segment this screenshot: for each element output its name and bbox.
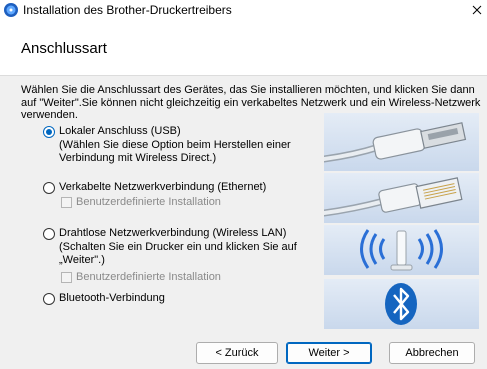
- page-title: Anschlussart: [21, 40, 107, 57]
- option-wireless-label: Drahtlose Netzwerkverbindung (Wireless L…: [59, 227, 287, 239]
- option-ethernet-label: Verkabelte Netzwerkverbindung (Ethernet): [59, 181, 267, 193]
- usb-picture: [324, 113, 479, 171]
- option-bluetooth[interactable]: Bluetooth-Verbindung: [43, 292, 313, 306]
- usb-cable-icon: [324, 122, 479, 171]
- cancel-button[interactable]: Abbrechen: [389, 342, 475, 364]
- option-usb-label: Lokaler Anschluss (USB): [59, 125, 181, 137]
- page-header: Anschlussart: [0, 22, 487, 76]
- wireless-custom-install-checkbox[interactable]: [61, 272, 72, 283]
- option-usb-desc-line1: (Wählen Sie diese Option beim Herstellen…: [59, 139, 291, 151]
- option-usb[interactable]: Lokaler Anschluss (USB) (Wählen Sie dies…: [43, 125, 313, 167]
- radio-ethernet[interactable]: [43, 182, 55, 194]
- close-button[interactable]: [467, 0, 487, 22]
- ethernet-custom-install-label: Benutzerdefinierte Installation: [76, 196, 221, 208]
- option-usb-desc-line2: Verbindung mit Wireless Direct.): [59, 152, 217, 164]
- close-icon: [472, 5, 482, 18]
- bluetooth-picture: [324, 279, 479, 329]
- option-bluetooth-label: Bluetooth-Verbindung: [59, 292, 165, 304]
- radio-usb[interactable]: [43, 126, 55, 138]
- ethernet-picture: [324, 173, 479, 223]
- title-bar: Installation des Brother-Druckertreibers: [0, 0, 487, 22]
- wireless-picture: [324, 225, 479, 275]
- back-button[interactable]: < Zurück: [196, 342, 278, 364]
- radio-wireless[interactable]: [43, 228, 55, 240]
- bluetooth-icon: [324, 283, 479, 329]
- wireless-custom-install-label: Benutzerdefinierte Installation: [76, 271, 221, 283]
- option-wireless-desc-line1: (Schalten Sie ein Drucker ein und klicke…: [59, 241, 297, 253]
- option-wireless-desc-line2: „Weiter".): [59, 254, 105, 266]
- window-title: Installation des Brother-Druckertreibers: [23, 3, 232, 17]
- option-wireless[interactable]: Drahtlose Netzwerkverbindung (Wireless L…: [43, 227, 313, 285]
- ethernet-cable-icon: [324, 177, 479, 223]
- radio-bluetooth[interactable]: [43, 293, 55, 305]
- option-ethernet[interactable]: Verkabelte Netzwerkverbindung (Ethernet)…: [43, 181, 313, 211]
- next-button[interactable]: Weiter >: [286, 342, 372, 364]
- wireless-router-icon: [324, 229, 479, 275]
- ethernet-custom-install-checkbox[interactable]: [61, 197, 72, 208]
- brother-cd-icon: [3, 2, 19, 18]
